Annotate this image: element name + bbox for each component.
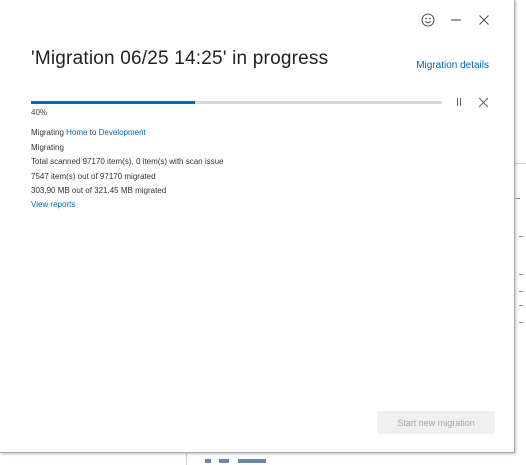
background-bottom-text (205, 459, 305, 465)
progress-bar (31, 101, 442, 104)
background-text-fragment (237, 459, 266, 463)
progress-percent: 40% (31, 108, 48, 117)
minimize-icon[interactable] (448, 12, 464, 28)
background-tick (519, 274, 523, 275)
start-new-migration-button[interactable]: Start new migration (377, 411, 495, 434)
background-text-fragment (205, 459, 211, 463)
background-tick (519, 291, 523, 292)
to-word: to (89, 128, 97, 137)
cancel-icon (478, 97, 488, 107)
background-tick (519, 305, 523, 306)
migration-status: Migrating (31, 142, 64, 152)
background-text-fragment (219, 459, 230, 463)
progress-fill (31, 101, 196, 104)
window-controls (420, 12, 492, 28)
smiley-icon[interactable] (420, 12, 436, 28)
source-link[interactable]: Home (66, 128, 87, 137)
items-migrated: 7547 item(s) out of 97170 migrated (31, 171, 156, 181)
screen: 'Migration 06/25 14:25' in progress Migr… (0, 0, 526, 465)
close-icon[interactable] (476, 12, 492, 28)
migrating-prefix: Migrating (31, 128, 64, 137)
background-tick (519, 322, 523, 323)
migration-progress-dialog: 'Migration 06/25 14:25' in progress Migr… (0, 0, 515, 453)
size-migrated: 303.90 MB out of 321.45 MB migrated (31, 186, 167, 196)
destination-link[interactable]: Development (99, 128, 146, 137)
page-title: 'Migration 06/25 14:25' in progress (31, 48, 329, 69)
pause-icon (457, 98, 461, 106)
scanned-summary: Total scanned 97170 item(s), 0 item(s) w… (31, 157, 224, 167)
view-reports-link[interactable]: View reports (31, 200, 75, 209)
background-tick (516, 198, 520, 199)
background-tick (519, 236, 523, 237)
migrating-route: Migrating Home to Development (31, 126, 224, 141)
migration-info: Migrating Home to Development Migrating … (31, 126, 224, 213)
cancel-migration-button[interactable] (476, 95, 490, 109)
migration-details-link[interactable]: Migration details (416, 60, 489, 71)
pause-button[interactable] (452, 95, 466, 109)
